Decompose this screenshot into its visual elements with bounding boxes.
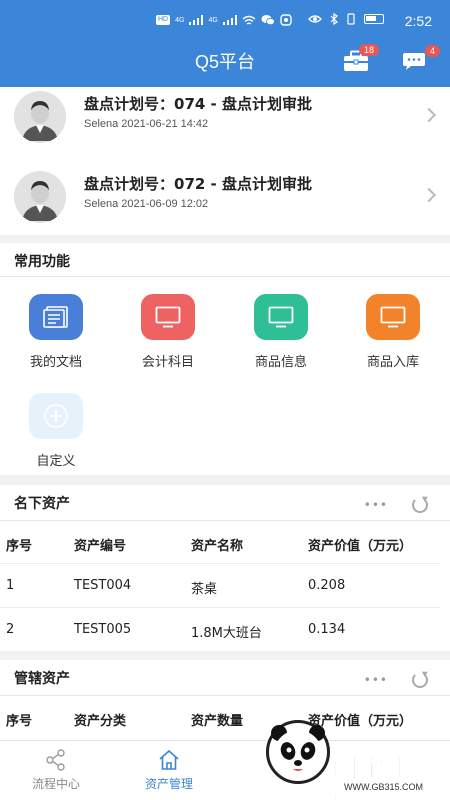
- chevron-right-icon: [421, 107, 437, 123]
- table-cell: 0.134: [308, 622, 346, 637]
- share-icon: [46, 749, 65, 771]
- function-icon-bg: [29, 393, 83, 439]
- function-label: 商品信息: [254, 355, 307, 370]
- more-icon[interactable]: •••: [364, 673, 388, 687]
- user-avatar-icon: [14, 171, 66, 223]
- vibrate-icon: [347, 13, 355, 25]
- column-header: 资产数量: [191, 714, 244, 729]
- bluetooth-icon: [330, 13, 338, 25]
- signal-label-2: 4G: [208, 16, 218, 24]
- document-icon: [43, 306, 68, 328]
- function-accounting-subjects[interactable]: 会计科目: [118, 294, 218, 370]
- signal-icon-2: [222, 15, 237, 25]
- nav-label: 资产管理: [144, 777, 193, 791]
- status-time: 2:52: [404, 13, 432, 29]
- monitor-icon: [268, 306, 294, 328]
- battery-icon: [364, 14, 384, 24]
- function-label: 自定义: [36, 454, 76, 469]
- monitor-icon: [380, 306, 406, 328]
- messages-button[interactable]: 4: [402, 45, 440, 73]
- function-icon-bg: [366, 294, 420, 340]
- common-functions-section: 常用功能 我的文档 会计科目 商品信息 商品入库 自定义: [0, 243, 450, 475]
- watermark-text: 国宝手游网: [332, 754, 441, 800]
- section-title: 管辖资产: [14, 671, 70, 687]
- approval-title: 盘点计划号：074 - 盘点计划审批: [84, 95, 312, 113]
- watermark: 国宝手游网 WWW.GB315.COM: [262, 712, 450, 800]
- table-header: 序号 资产编号 资产名称 资产价值（万元）: [0, 521, 440, 565]
- function-label: 会计科目: [141, 355, 194, 370]
- function-customize[interactable]: 自定义: [6, 393, 106, 469]
- column-header: 资产编号: [74, 539, 127, 554]
- table-row[interactable]: 2 TEST005 1.8M大班台 0.134: [0, 608, 440, 652]
- wechat-icon: [261, 15, 275, 26]
- refresh-icon[interactable]: [412, 672, 428, 688]
- panda-face-icon: [271, 725, 325, 778]
- approval-title: 盘点计划号：072 - 盘点计划审批: [84, 175, 312, 193]
- status-bar: HD 4G 4G 2:52: [0, 0, 450, 40]
- approval-meta: Selena 2021-06-21 14:42: [84, 118, 209, 130]
- function-icon-bg: [29, 294, 83, 340]
- column-header: 序号: [6, 539, 33, 554]
- chat-icon: [403, 53, 425, 70]
- table-cell: TEST005: [74, 622, 132, 637]
- function-product-info[interactable]: 商品信息: [231, 294, 331, 370]
- app-status-icon: [280, 14, 292, 26]
- message-badge: 4: [424, 45, 440, 57]
- avatar: [14, 171, 66, 223]
- function-icon-bg: [254, 294, 308, 340]
- table-cell: 2: [6, 622, 15, 637]
- more-icon[interactable]: •••: [364, 498, 388, 512]
- status-icons-right: [308, 13, 384, 25]
- section-title: 名下资产: [14, 496, 70, 512]
- toolbox-badge: 18: [358, 44, 379, 56]
- wifi-icon: [242, 15, 256, 25]
- status-icons-left: HD 4G 4G: [156, 14, 292, 26]
- column-header: 序号: [6, 714, 33, 729]
- nav-asset-management[interactable]: 资产管理: [113, 749, 225, 792]
- signal-label-1: 4G: [175, 16, 185, 24]
- home-icon: [159, 749, 179, 770]
- toolbox-button[interactable]: 18: [343, 44, 379, 72]
- refresh-icon[interactable]: [412, 497, 428, 513]
- owned-assets-section: 名下资产 ••• 序号 资产编号 资产名称 资产价值（万元） 1 TEST004…: [0, 485, 450, 651]
- add-icon: [44, 404, 68, 428]
- app-header: HD 4G 4G 2:52 Q5平台 18 4: [0, 0, 450, 87]
- avatar: [14, 91, 66, 143]
- user-avatar-icon: [14, 91, 66, 143]
- column-header: 资产名称: [191, 539, 244, 554]
- approval-meta: Selena 2021-06-09 12:02: [84, 198, 209, 210]
- function-stock-in[interactable]: 商品入库: [343, 294, 443, 370]
- watermark-url: WWW.GB315.COM: [344, 782, 424, 792]
- table-cell: 茶桌: [191, 582, 218, 597]
- section-tools: •••: [364, 497, 428, 513]
- table-cell: 1.8M大班台: [191, 626, 262, 641]
- table-cell: 1: [6, 578, 15, 593]
- eye-icon: [308, 15, 322, 23]
- divider: [0, 276, 450, 277]
- column-header: 资产分类: [74, 714, 127, 729]
- table-cell: 0.208: [308, 578, 346, 593]
- nav-process-center[interactable]: 流程中心: [0, 749, 112, 792]
- function-icon-bg: [141, 294, 195, 340]
- monitor-icon: [155, 306, 181, 328]
- panda-logo-icon: [266, 720, 330, 784]
- signal-icon: [189, 15, 204, 25]
- chevron-right-icon: [421, 187, 437, 203]
- function-my-documents[interactable]: 我的文档: [6, 294, 106, 370]
- nav-label: 流程中心: [31, 777, 80, 791]
- page-title: Q5平台: [194, 52, 255, 72]
- column-header: 资产价值（万元）: [308, 539, 413, 554]
- section-title: 常用功能: [14, 254, 70, 270]
- approval-item[interactable]: 盘点计划号：072 - 盘点计划审批 Selena 2021-06-09 12:…: [0, 167, 450, 241]
- section-tools: •••: [364, 672, 428, 688]
- function-label: 我的文档: [29, 355, 82, 370]
- hd-badge: HD: [156, 15, 171, 25]
- function-label: 商品入库: [366, 355, 419, 370]
- table-cell: TEST004: [74, 578, 132, 593]
- approval-item[interactable]: 盘点计划号：074 - 盘点计划审批 Selena 2021-06-21 14:…: [0, 87, 450, 161]
- approval-list: 盘点计划号：074 - 盘点计划审批 Selena 2021-06-21 14:…: [0, 87, 450, 235]
- table-row[interactable]: 1 TEST004 茶桌 0.208: [0, 564, 440, 608]
